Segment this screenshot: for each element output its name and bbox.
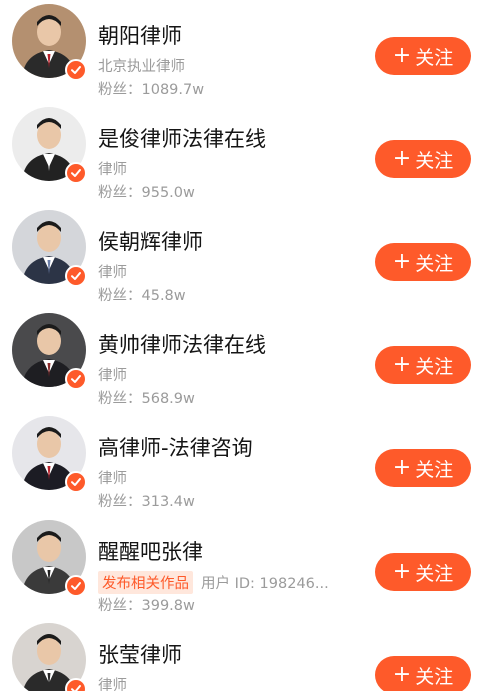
- plus-icon: +: [392, 43, 412, 68]
- user-description: 律师: [98, 678, 127, 691]
- user-subtitle: 北京执业律师: [98, 55, 185, 76]
- user-description: 北京执业律师: [98, 59, 185, 75]
- plus-icon: +: [392, 352, 412, 377]
- follow-label: 关注: [415, 355, 454, 378]
- follow-button[interactable]: + 关注: [375, 37, 471, 75]
- list-item[interactable]: 朝阳律师 北京执业律师 粉丝：1089.7w + 关注: [0, 0, 489, 98]
- user-description: 用户 ID: 198246...: [201, 576, 329, 592]
- avatar[interactable]: [12, 107, 87, 184]
- user-description: 律师: [98, 368, 127, 384]
- lawyer-list: 朝阳律师 北京执业律师 粉丝：1089.7w +关注 是俊律师法律在线 律师: [0, 0, 489, 691]
- follow-label: 关注: [415, 665, 454, 688]
- verified-check-icon: [65, 265, 87, 287]
- follow-button[interactable]: + 关注: [375, 553, 471, 591]
- avatar[interactable]: [12, 210, 87, 287]
- follow-label: 关注: [415, 46, 454, 69]
- verified-check-icon: [65, 59, 87, 81]
- list-item[interactable]: 高律师-法律咨询 律师 粉丝：313.4w + 关注: [0, 404, 489, 510]
- user-name: 朝阳律师: [98, 24, 182, 48]
- user-subtitle: 发布相关作品 用户 ID: 198246...: [98, 571, 329, 594]
- plus-icon: +: [392, 662, 412, 687]
- list-item[interactable]: 是俊律师法律在线 律师 粉丝：955.0w + 关注: [0, 95, 489, 201]
- list-item[interactable]: 侯朝辉律师 律师 粉丝：45.8w + 关注: [0, 198, 489, 304]
- list-item[interactable]: 醒醒吧张律 发布相关作品 用户 ID: 198246... 粉丝：399.8w +…: [0, 508, 489, 614]
- follow-label: 关注: [415, 252, 454, 275]
- follow-button[interactable]: + 关注: [375, 656, 471, 691]
- verified-check-icon: [65, 162, 87, 184]
- follow-button[interactable]: + 关注: [375, 346, 471, 384]
- verified-check-icon: [65, 368, 87, 390]
- plus-icon: +: [392, 559, 412, 584]
- user-name: 高律师-法律咨询: [98, 436, 253, 460]
- avatar[interactable]: [12, 623, 87, 691]
- plus-icon: +: [392, 455, 412, 480]
- verified-check-icon: [65, 471, 87, 493]
- avatar[interactable]: [12, 416, 87, 493]
- plus-icon: +: [392, 249, 412, 274]
- user-name: 侯朝辉律师: [98, 230, 203, 254]
- user-name: 黄帅律师法律在线: [98, 333, 266, 357]
- plus-icon: +: [392, 146, 412, 171]
- user-description: 律师: [98, 471, 127, 487]
- follow-button[interactable]: + 关注: [375, 449, 471, 487]
- user-subtitle: 律师: [98, 364, 127, 385]
- related-works-tag: 发布相关作品: [98, 571, 193, 594]
- follow-label: 关注: [415, 562, 454, 585]
- follow-label: 关注: [415, 149, 454, 172]
- follow-button[interactable]: + 关注: [375, 140, 471, 178]
- user-description: 律师: [98, 265, 127, 281]
- list-item[interactable]: 黄帅律师法律在线 律师 粉丝：568.9w + 关注: [0, 301, 489, 407]
- user-name: 张莹律师: [98, 643, 182, 667]
- user-name: 醒醒吧张律: [98, 540, 203, 564]
- user-subtitle: 律师: [98, 158, 127, 179]
- user-name: 是俊律师法律在线: [98, 127, 266, 151]
- verified-check-icon: [65, 575, 87, 597]
- avatar[interactable]: [12, 520, 87, 597]
- user-subtitle: 律师: [98, 261, 127, 282]
- avatar[interactable]: [12, 4, 87, 81]
- follow-button[interactable]: + 关注: [375, 243, 471, 281]
- follow-label: 关注: [415, 458, 454, 481]
- user-description: 律师: [98, 162, 127, 178]
- avatar[interactable]: [12, 313, 87, 390]
- user-subtitle: 律师: [98, 674, 127, 691]
- list-item[interactable]: 张莹律师 律师 + 关注: [0, 611, 489, 691]
- verified-check-icon: [65, 678, 87, 691]
- user-subtitle: 律师: [98, 467, 127, 488]
